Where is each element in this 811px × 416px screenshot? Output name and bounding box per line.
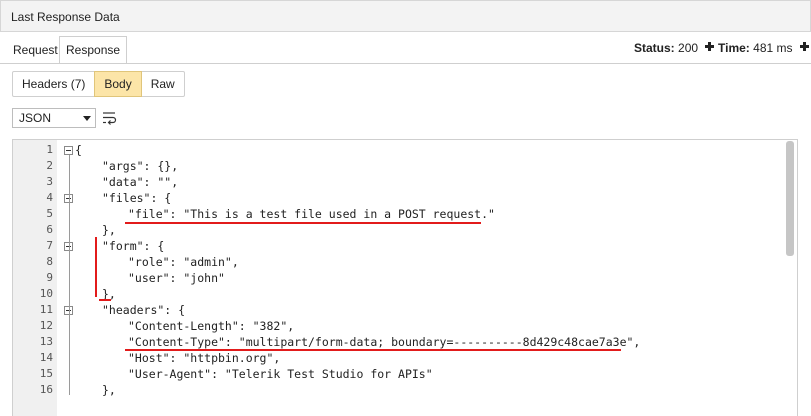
chevron-down-icon bbox=[83, 116, 91, 121]
line-number: 7 bbox=[46, 239, 53, 252]
code-line: "User-Agent": "Telerik Test Studio for A… bbox=[128, 367, 433, 381]
format-select[interactable]: JSON bbox=[12, 108, 96, 128]
time-indicator[interactable]: Time: 481 ms bbox=[718, 41, 809, 55]
underline-annotation-content-type bbox=[125, 349, 621, 351]
line-number: 1 bbox=[46, 143, 53, 156]
tab-response[interactable]: Response bbox=[59, 36, 128, 63]
status-value: 200 bbox=[678, 41, 699, 55]
code-line: "data": "", bbox=[102, 175, 179, 189]
vertical-scrollbar[interactable] bbox=[783, 140, 797, 416]
code-line: "Content-Type": "multipart/form-data; bo… bbox=[128, 335, 641, 349]
line-number: 12 bbox=[39, 319, 53, 332]
code-line: "Content-Length": "382", bbox=[128, 319, 295, 333]
time-value: 481 ms bbox=[753, 41, 793, 55]
format-select-value: JSON bbox=[19, 111, 52, 125]
line-number: 15 bbox=[39, 367, 53, 380]
code-line: "file": "This is a test file used in a P… bbox=[128, 207, 495, 221]
line-number: 9 bbox=[46, 271, 53, 284]
line-number: 8 bbox=[46, 255, 53, 268]
line-number: 2 bbox=[46, 159, 53, 172]
panel-title: Last Response Data bbox=[11, 10, 120, 24]
headers-view-button[interactable]: Headers (7) bbox=[12, 71, 96, 97]
line-number: 16 bbox=[39, 383, 53, 396]
scrollbar-thumb[interactable] bbox=[786, 141, 794, 256]
code-line: "files": { bbox=[102, 191, 172, 205]
code-line: "Host": "httpbin.org", bbox=[128, 351, 281, 365]
code-line: "args": {}, bbox=[102, 159, 179, 173]
line-number: 5 bbox=[46, 207, 53, 220]
code-line: { bbox=[75, 143, 82, 157]
status-label: Status: bbox=[634, 41, 675, 55]
time-label: Time: bbox=[718, 41, 750, 55]
code-editor[interactable]: 1 {2 "args": {}, 3 "data": "", 4 "files": { 5 "f… bbox=[12, 139, 798, 416]
line-number: 6 bbox=[46, 223, 53, 236]
line-number: 4 bbox=[46, 191, 53, 204]
fold-guide-line bbox=[69, 203, 70, 235]
line-number: 14 bbox=[39, 351, 53, 364]
underline-annotation-file bbox=[125, 222, 481, 224]
line-number: 10 bbox=[39, 287, 53, 300]
raw-view-button[interactable]: Raw bbox=[140, 71, 185, 97]
line-number: 11 bbox=[39, 303, 53, 316]
expand-time-icon[interactable] bbox=[799, 42, 809, 51]
collapse-toggle-icon[interactable] bbox=[64, 146, 73, 155]
expand-status-icon[interactable] bbox=[705, 42, 715, 51]
code-line: "user": "john" bbox=[128, 271, 225, 285]
code-line: }, bbox=[102, 383, 116, 397]
status-indicator[interactable]: Status: 200 bbox=[634, 41, 715, 55]
line-number: 3 bbox=[46, 175, 53, 188]
line-number: 13 bbox=[39, 335, 53, 348]
code-line: "role": "admin", bbox=[128, 255, 239, 269]
fold-guide-line bbox=[69, 315, 70, 395]
tab-request[interactable]: Request bbox=[6, 36, 65, 62]
view-toggle-group: Headers (7) Body Raw bbox=[12, 71, 185, 97]
bracket-annotation-form bbox=[95, 237, 97, 297]
tab-bar: Request Response Status: 200 Time: 481 m… bbox=[0, 31, 811, 64]
word-wrap-icon[interactable] bbox=[102, 111, 118, 125]
code-line: }, bbox=[102, 223, 116, 237]
panel-header: Last Response Data bbox=[0, 0, 811, 32]
code-line: "headers": { bbox=[102, 303, 186, 317]
fold-guide-line bbox=[69, 251, 70, 299]
code-line: "form": { bbox=[102, 239, 165, 253]
body-view-button[interactable]: Body bbox=[94, 71, 142, 97]
bracket-annotation-form-foot bbox=[99, 299, 111, 301]
